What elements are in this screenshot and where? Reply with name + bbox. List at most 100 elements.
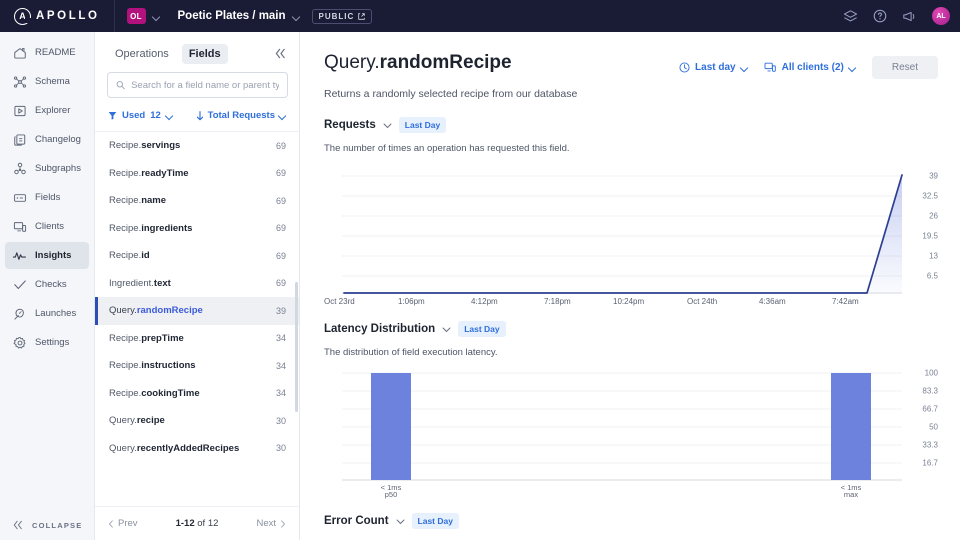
sidebar-item-label: Schema [35,76,70,87]
field-row[interactable]: Recipe.cookingTime 34 [95,380,299,408]
sidebar-item-changelog[interactable]: Changelog [5,126,89,153]
next-page-label: Next [256,518,276,529]
error-count-chevron-down-icon[interactable] [396,512,405,530]
sidebar-item-clients[interactable]: Clients [5,213,89,240]
field-row[interactable]: Ingredient.text 69 [95,270,299,298]
time-range-chevron-down-icon [741,64,748,71]
field-row[interactable]: Recipe.id 69 [95,242,299,270]
sidebar-item-checks[interactable]: Checks [5,271,89,298]
org-chevron-down-icon[interactable] [153,13,160,20]
sidebar-item-label: Checks [35,279,67,290]
field-request-count: 69 [275,278,286,289]
y-tick-label: 13 [929,251,938,261]
chevron-double-left-icon [275,48,285,58]
megaphone-icon[interactable] [902,10,917,23]
error-count-range-tag: Last Day [411,513,459,529]
sidebar-item-subgraphs[interactable]: Subgraphs [5,155,89,182]
x-tick-label: 4:36am [759,297,786,306]
latency-section-header: Latency Distribution Last Day [324,320,938,338]
org-badge[interactable]: OL [126,8,146,24]
sidebar-collapse-button[interactable]: COLLAPSE [0,520,94,530]
field-row[interactable]: Recipe.instructions 34 [95,352,299,380]
x-tick-sublabel: max [843,490,859,499]
y-tick-label: 6.5 [926,271,938,281]
field-row[interactable]: Recipe.prepTime 34 [95,325,299,353]
latency-y-axis: 100 83.3 66.7 50 33.3 16.7 [904,366,938,498]
sidebar-item-label: Launches [35,308,77,319]
panel-collapse-button[interactable] [274,48,287,61]
changelog-docs-icon [12,132,27,147]
field-request-count: 69 [275,168,286,179]
help-circle-icon[interactable] [873,9,887,23]
sidebar-item-label: Settings [35,337,70,348]
requests-chevron-down-icon[interactable] [383,116,392,134]
search-input[interactable] [131,79,279,91]
project-chevron-down-icon[interactable] [293,13,300,20]
sidebar-item-label: Fields [35,192,61,203]
error-count-section-title: Error Count [324,515,389,527]
error-count-section-header: Error Count Last Day [324,512,938,530]
field-row[interactable]: Query.randomRecipe 39 [95,297,299,325]
project-breadcrumb[interactable]: Poetic Plates / main [178,10,286,22]
sidebar-item-label: Clients [35,221,65,232]
field-row[interactable]: Query.recentlyAddedRecipes 30 [95,435,299,463]
sidebar-item-launches[interactable]: Launches [5,300,89,327]
avatar[interactable]: AL [932,7,950,25]
field-request-count: 30 [275,415,286,426]
sort-chevron-down-icon [279,112,286,119]
latency-chart[interactable]: 100 83.3 66.7 50 33.3 16.7 < 1ms p50 < 1… [324,366,938,499]
prev-page-button[interactable]: Prev [108,518,138,529]
field-name: Recipe.readyTime [109,168,189,179]
fields-box-icon [12,190,27,205]
x-tick-label: 7:18pm [544,297,571,306]
field-row[interactable]: Query.recipe 30 [95,407,299,435]
visibility-badge[interactable]: PUBLIC [311,8,373,24]
stack-icon[interactable] [843,9,858,23]
sidebar-item-insights[interactable]: Insights [5,242,89,269]
tab-fields[interactable]: Fields [181,44,228,64]
clients-filter-selector[interactable]: All clients (2) [764,62,856,73]
requests-area [344,175,902,293]
field-row[interactable]: Recipe.servings 69 [95,132,299,160]
time-range-selector[interactable]: Last day [679,62,748,73]
filter-sort-row: Used 12 Total Requests [95,98,299,131]
field-leaf-name: readyTime [141,167,189,179]
sidebar-item-readme[interactable]: README [5,39,89,66]
topbar-divider [113,0,115,32]
sidebar-item-explorer[interactable]: Explorer [5,97,89,124]
used-filter-button[interactable]: Used 12 [108,110,173,121]
field-row[interactable]: Recipe.readyTime 69 [95,160,299,188]
prev-page-label: Prev [118,518,138,529]
clients-monitor-icon [764,62,776,72]
field-parent-type: Recipe. [109,140,142,152]
field-request-count: 34 [275,360,286,371]
field-row[interactable]: Recipe.ingredients 69 [95,215,299,243]
search-box[interactable] [107,72,288,98]
y-tick-label: 100 [924,368,938,378]
field-row[interactable]: Recipe.name 69 [95,187,299,215]
sidebar-item-label: Subgraphs [35,163,81,174]
reset-button[interactable]: Reset [871,56,938,79]
field-leaf-name: cookingTime [141,387,200,399]
main-body: README Schema Explorer Changelog Subgrap… [0,32,960,540]
sidebar-item-schema[interactable]: Schema [5,68,89,95]
sort-label: Total Requests [207,110,275,121]
subgraphs-nodes-icon [12,161,27,176]
requests-chart-svg [342,174,903,294]
latency-bar [371,373,411,480]
tab-operations[interactable]: Operations [108,44,176,64]
chevron-double-left-icon [13,520,22,530]
requests-chart[interactable]: 39 32.5 26 19.5 13 6.5 Oct 23rd 1:06pm 4… [324,162,938,307]
latency-chevron-down-icon[interactable] [442,320,451,338]
field-leaf-name: name [141,195,167,207]
next-page-button[interactable]: Next [256,518,286,529]
sort-button[interactable]: Total Requests [196,110,286,121]
schema-graph-icon [12,74,27,89]
field-leaf-name: recentlyAddedRecipes [136,442,240,454]
field-list-scrollbar[interactable] [295,282,298,412]
sidebar-item-settings[interactable]: Settings [5,329,89,356]
apollo-logo[interactable]: A APOLLO [14,7,100,25]
sidebar-item-fields[interactable]: Fields [5,184,89,211]
field-leaf-name: ingredients [141,222,193,234]
field-parent-type: Query. [109,415,137,427]
